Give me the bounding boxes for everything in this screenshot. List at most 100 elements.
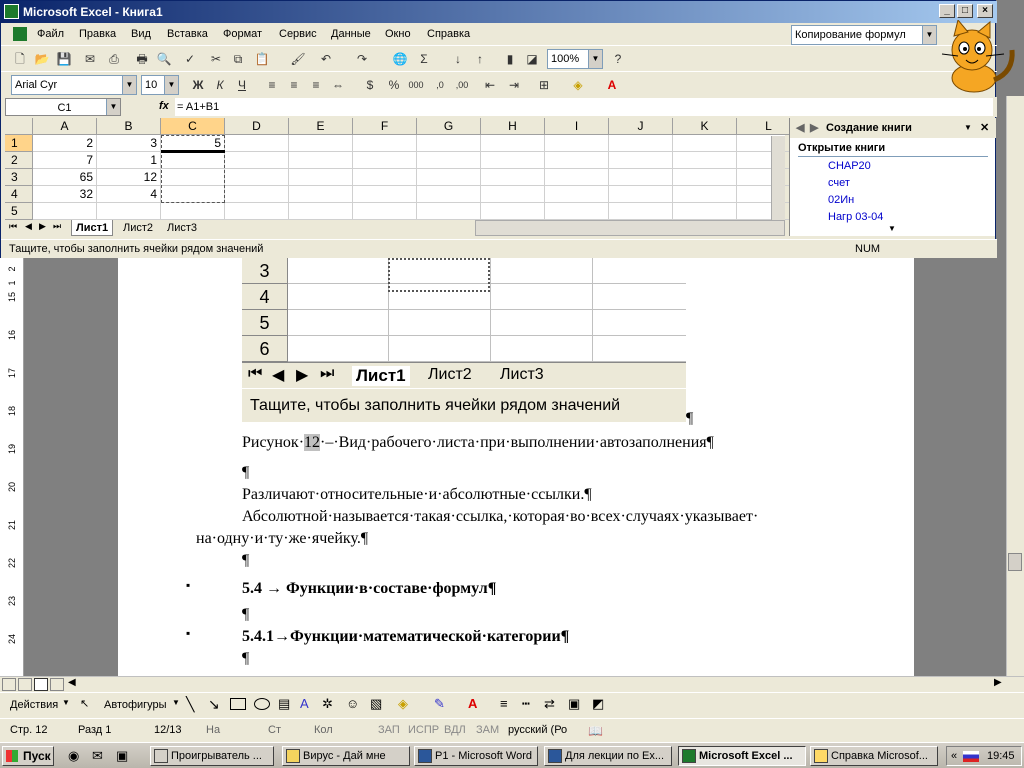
chart-wizard-icon[interactable]: ▮	[501, 50, 519, 68]
line-style-icon[interactable]: ≡	[500, 696, 508, 711]
drawing-icon[interactable]: ◪	[523, 50, 541, 68]
chevron-down-icon[interactable]: ▼	[122, 76, 136, 94]
increase-decimal-icon[interactable]: ,0	[431, 76, 449, 94]
function-icon[interactable]: fx	[159, 100, 169, 112]
cell-e4[interactable]	[289, 186, 353, 203]
menu-view[interactable]: Вид	[131, 28, 151, 40]
cell-b1[interactable]: 3	[97, 135, 161, 152]
taskbar-item[interactable]: Справка Microsof...	[810, 746, 938, 766]
recent-file-link[interactable]: 02Ин	[828, 194, 854, 206]
decrease-decimal-icon[interactable]: ,00	[453, 76, 471, 94]
minimize-button[interactable]: _	[939, 4, 955, 18]
scroll-left-icon[interactable]: ◀	[68, 677, 76, 688]
close-button[interactable]: ×	[977, 4, 993, 18]
shadow-icon[interactable]: ▣	[568, 696, 580, 712]
cell-d3[interactable]	[225, 169, 289, 186]
scroll-thumb[interactable]	[1008, 553, 1022, 571]
browser-quicklaunch-icon[interactable]: ◉	[68, 748, 79, 764]
cell-h2[interactable]	[481, 152, 545, 169]
spelling-icon[interactable]: ✓	[181, 50, 199, 68]
row-header-4[interactable]: 4	[5, 186, 33, 203]
paste-icon[interactable]: 📋	[253, 50, 271, 68]
recent-file-link[interactable]: счет	[828, 177, 850, 189]
vertical-scrollbar[interactable]	[771, 136, 785, 220]
cell-k5[interactable]	[673, 203, 737, 220]
align-left-icon[interactable]: ≡	[263, 76, 281, 94]
borders-icon[interactable]: ⊞	[535, 76, 553, 94]
column-header-g[interactable]: G	[417, 118, 481, 135]
worksheet-grid[interactable]: A B C D E F G H I J K L 1 2 3 5 2 7 1 3 65 12 4 32 4 5	[5, 118, 801, 220]
cell-e1[interactable]	[289, 135, 353, 152]
taskbar-item[interactable]: Проигрыватель ...	[150, 746, 274, 766]
redo-icon[interactable]: ↷	[353, 50, 371, 68]
column-header-k[interactable]: K	[673, 118, 737, 135]
actions-menu[interactable]: Действия	[10, 699, 58, 711]
cell-f4[interactable]	[353, 186, 417, 203]
menu-window[interactable]: Окно	[385, 28, 411, 40]
start-button[interactable]: Пуск	[2, 746, 54, 766]
chevron-down-icon[interactable]: ▼	[588, 50, 602, 68]
menu-insert[interactable]: Вставка	[167, 28, 208, 40]
cell-h5[interactable]	[481, 203, 545, 220]
row-header-1[interactable]: 1	[5, 135, 33, 152]
cell-a1[interactable]: 2	[33, 135, 97, 152]
outline-view-icon[interactable]	[50, 678, 64, 691]
permission-icon[interactable]: ✉	[81, 50, 99, 68]
cell-i4[interactable]	[545, 186, 609, 203]
cell-j2[interactable]	[609, 152, 673, 169]
cell-d1[interactable]	[225, 135, 289, 152]
cell-f3[interactable]	[353, 169, 417, 186]
line-color-icon[interactable]: ✎	[434, 696, 445, 712]
word-vertical-scrollbar[interactable]	[1006, 96, 1024, 678]
font-color-icon[interactable]: A	[603, 76, 621, 94]
cell-i3[interactable]	[545, 169, 609, 186]
zoom-select[interactable]: 100% ▼	[547, 49, 603, 69]
cell-j4[interactable]	[609, 186, 673, 203]
sheet-tab-1[interactable]: Лист1	[71, 220, 114, 236]
font-size-select[interactable]: 10 ▼	[141, 75, 179, 95]
column-header-f[interactable]: F	[353, 118, 417, 135]
print-view-icon[interactable]	[34, 678, 48, 691]
word-horizontal-scrollbar[interactable]: ◀ ▶	[0, 676, 1024, 692]
cell-b5[interactable]	[97, 203, 161, 220]
cell-k2[interactable]	[673, 152, 737, 169]
cell-a4[interactable]: 32	[33, 186, 97, 203]
new-icon[interactable]: 🗋	[11, 50, 29, 68]
fill-color-icon[interactable]: ◈	[569, 76, 587, 94]
print-preview-icon[interactable]: ⎙	[105, 50, 123, 68]
currency-icon[interactable]: $	[361, 76, 379, 94]
undo-icon[interactable]: ↶	[317, 50, 335, 68]
clipart-icon[interactable]: ☺	[346, 696, 359, 711]
horizontal-scrollbar[interactable]	[475, 220, 785, 236]
status-ext[interactable]: ВДЛ	[444, 724, 466, 736]
taskbar-item-active[interactable]: Microsoft Excel ...	[678, 746, 806, 766]
status-trk[interactable]: ИСПР	[408, 724, 439, 736]
document-icon[interactable]	[13, 27, 27, 41]
cell-f1[interactable]	[353, 135, 417, 152]
cell-k1[interactable]	[673, 135, 737, 152]
thousands-icon[interactable]: 000	[407, 76, 425, 94]
cell-f2[interactable]	[353, 152, 417, 169]
italic-icon[interactable]: К	[211, 76, 229, 94]
diagram-icon[interactable]: ✲	[322, 696, 333, 712]
column-header-i[interactable]: I	[545, 118, 609, 135]
cell-f5[interactable]	[353, 203, 417, 220]
chevron-down-icon[interactable]: ▼	[106, 99, 120, 115]
column-header-c[interactable]: C	[161, 118, 225, 135]
column-header-e[interactable]: E	[289, 118, 353, 135]
chevron-down-icon[interactable]: ▼	[964, 118, 972, 138]
nav-first-icon[interactable]: ⏮	[9, 221, 17, 232]
cell-b3[interactable]: 12	[97, 169, 161, 186]
taskbar-item[interactable]: Вирус - Дай мне	[282, 746, 410, 766]
cut-icon[interactable]: ✂	[207, 50, 225, 68]
cell-j1[interactable]	[609, 135, 673, 152]
menu-format[interactable]: Формат	[223, 28, 262, 40]
column-header-a[interactable]: A	[33, 118, 97, 135]
cell-d2[interactable]	[225, 152, 289, 169]
cell-a3[interactable]: 65	[33, 169, 97, 186]
media-quicklaunch-icon[interactable]: ▣	[116, 748, 128, 764]
cell-e5[interactable]	[289, 203, 353, 220]
print-icon[interactable]: 🖶	[133, 50, 151, 68]
excel-title-bar[interactable]: Microsoft Excel - Книга1 _ □ ×	[1, 1, 997, 23]
autosum-icon[interactable]: Σ	[415, 50, 433, 68]
